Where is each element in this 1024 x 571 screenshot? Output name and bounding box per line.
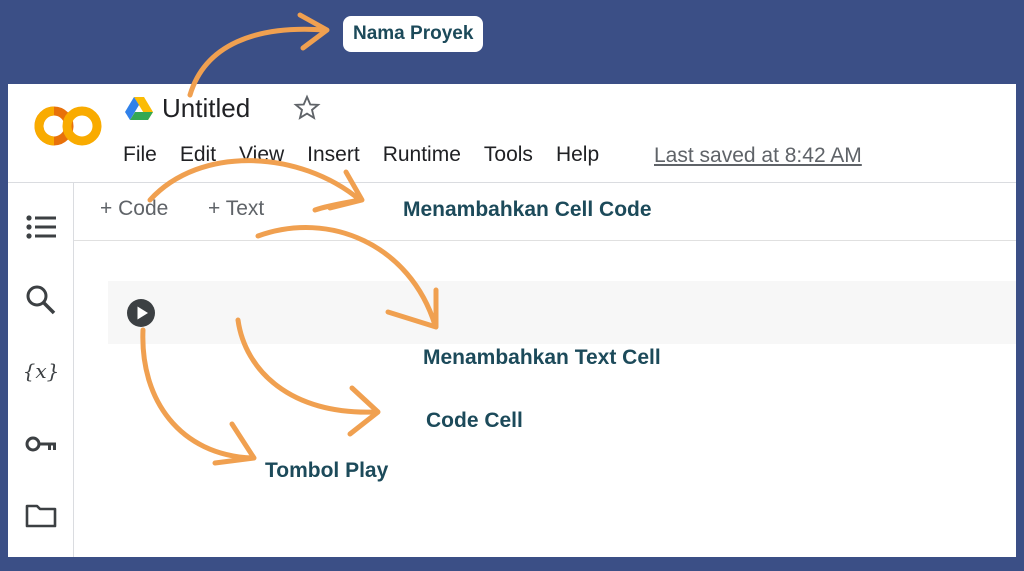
key-icon[interactable] bbox=[24, 427, 58, 461]
menu-bar: File Edit View Insert Runtime Tools Help bbox=[123, 143, 622, 167]
annotation-code-cell: Code Cell bbox=[426, 409, 523, 432]
play-icon[interactable] bbox=[126, 298, 156, 328]
annotation-add-text-cell: Menambahkan Text Cell bbox=[415, 344, 669, 372]
add-code-button[interactable]: + Code bbox=[100, 197, 168, 221]
annotation-play-button: Tombol Play bbox=[265, 459, 389, 482]
menu-insert[interactable]: Insert bbox=[307, 143, 360, 167]
code-cell[interactable] bbox=[108, 281, 1016, 344]
search-icon[interactable] bbox=[24, 283, 58, 317]
annotation-project-name: Nama Proyek bbox=[343, 16, 484, 52]
menu-runtime[interactable]: Runtime bbox=[383, 143, 461, 167]
menu-view[interactable]: View bbox=[239, 143, 284, 167]
add-text-button[interactable]: + Text bbox=[208, 197, 264, 221]
drive-icon[interactable] bbox=[125, 96, 153, 120]
annotation-add-code-cell: Menambahkan Cell Code bbox=[403, 198, 652, 221]
last-saved-link[interactable]: Last saved at 8:42 AM bbox=[654, 144, 862, 168]
sidebar: {x} bbox=[8, 183, 74, 557]
menu-file[interactable]: File bbox=[123, 143, 157, 167]
menu-tools[interactable]: Tools bbox=[484, 143, 533, 167]
menu-help[interactable]: Help bbox=[556, 143, 599, 167]
folder-icon[interactable] bbox=[24, 498, 58, 532]
menu-edit[interactable]: Edit bbox=[180, 143, 216, 167]
header-divider bbox=[8, 182, 1016, 183]
star-icon[interactable] bbox=[293, 94, 321, 122]
colab-logo-icon bbox=[34, 106, 102, 146]
toc-icon[interactable] bbox=[24, 210, 58, 244]
toolbar-divider bbox=[74, 240, 1016, 241]
svg-text:{x}: {x} bbox=[24, 359, 58, 383]
notebook-title[interactable]: Untitled bbox=[162, 93, 250, 124]
variables-icon[interactable]: {x} bbox=[24, 354, 58, 388]
colab-window: Untitled File Edit View Insert Runtime T… bbox=[8, 84, 1016, 557]
